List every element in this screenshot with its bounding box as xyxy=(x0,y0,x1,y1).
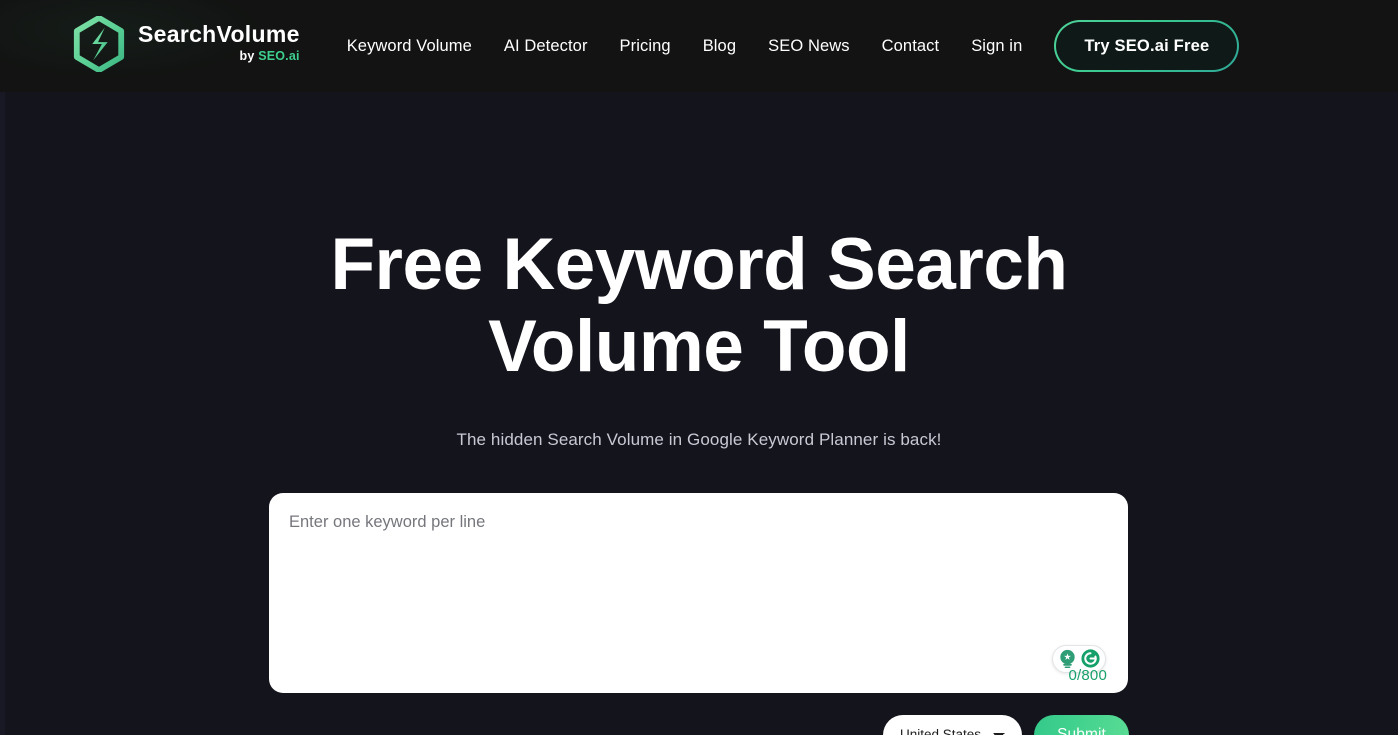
page-title-line-2: Volume Tool xyxy=(488,305,910,387)
keyword-input[interactable] xyxy=(269,492,1128,693)
nav-link-pricing[interactable]: Pricing xyxy=(604,27,687,66)
submit-button[interactable]: Submit xyxy=(1034,714,1129,735)
hero-section: Free Keyword Search Volume Tool The hidd… xyxy=(0,92,1398,735)
grammarly-g-icon xyxy=(1080,648,1101,669)
nav-link-ai-detector[interactable]: AI Detector xyxy=(488,27,604,66)
main-navigation: Keyword Volume AI Detector Pricing Blog … xyxy=(331,27,1039,66)
country-select[interactable]: United States xyxy=(883,714,1022,735)
nav-link-contact[interactable]: Contact xyxy=(866,27,956,66)
brand-subtitle: by SEO.ai xyxy=(240,50,300,63)
brand-name: SearchVolume xyxy=(138,21,300,48)
form-controls: United States Submit xyxy=(269,714,1129,735)
page-title-line-1: Free Keyword Search xyxy=(330,224,1068,305)
try-seo-ai-free-button[interactable]: Try SEO.ai Free xyxy=(1054,20,1239,72)
nav-link-sign-in[interactable]: Sign in xyxy=(955,27,1038,66)
page-subtitle: The hidden Search Volume in Google Keywo… xyxy=(456,429,942,449)
page-title: Free Keyword Search Volume Tool xyxy=(279,92,1119,388)
nav-link-seo-news[interactable]: SEO News xyxy=(752,27,866,66)
brand-by-prefix: by xyxy=(239,49,259,64)
hexagon-bolt-logo-icon xyxy=(72,16,126,72)
site-header: SearchVolume by SEO.ai Keyword Volume AI… xyxy=(0,0,1398,92)
grammarly-assistant-widget[interactable] xyxy=(1052,644,1106,673)
keyword-form: 0/800 United States Submit xyxy=(269,450,1129,735)
grammarly-premium-badge-icon xyxy=(1057,648,1078,669)
keyword-input-container: 0/800 xyxy=(269,492,1128,693)
nav-link-keyword-volume[interactable]: Keyword Volume xyxy=(331,27,488,66)
brand-by-accent: SEO.ai xyxy=(258,49,300,64)
brand-logo[interactable]: SearchVolume by SEO.ai xyxy=(72,14,300,74)
nav-link-blog[interactable]: Blog xyxy=(687,27,752,66)
